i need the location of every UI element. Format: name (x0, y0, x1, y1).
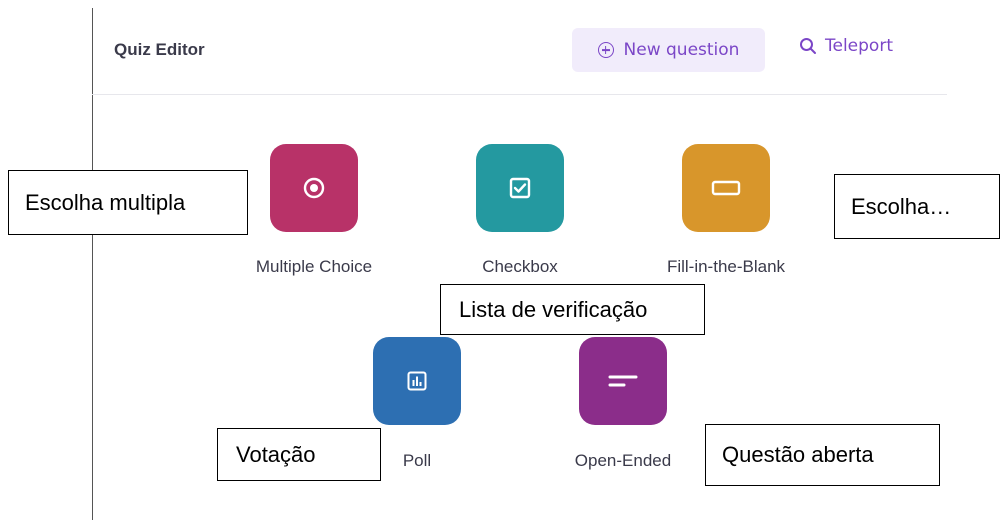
new-question-label: New question (623, 40, 740, 60)
tile-fill-in-the-blank[interactable] (682, 144, 770, 232)
teleport-label: Teleport (825, 36, 893, 56)
callout-fill-blank: Escolha… (834, 174, 1000, 239)
blank-field-icon (711, 180, 741, 196)
tile-open-ended[interactable] (579, 337, 667, 425)
bar-chart-icon (407, 371, 427, 391)
tile-label-open-ended: Open-Ended (574, 451, 672, 470)
search-icon (800, 38, 816, 54)
checkbox-icon (509, 177, 531, 199)
teleport-button[interactable]: Teleport (799, 36, 893, 56)
page-title: Quiz Editor (114, 40, 205, 59)
callout-poll: Votação (217, 428, 381, 481)
tile-label-checkbox: Checkbox (482, 257, 558, 276)
tile-multiple-choice[interactable] (270, 144, 358, 232)
new-question-button[interactable]: New question (572, 28, 765, 72)
tile-label-poll: Poll (402, 451, 432, 470)
callout-open-ended: Questão aberta (705, 424, 940, 486)
tile-checkbox[interactable] (476, 144, 564, 232)
radio-icon (303, 177, 325, 199)
editor-header: Quiz Editor New question Teleport (92, 0, 947, 95)
tile-poll[interactable] (373, 337, 461, 425)
text-lines-icon (608, 375, 638, 387)
tile-label-fill-in-the-blank: Fill-in-the-Blank (666, 257, 786, 276)
callout-checkbox: Lista de verificação (440, 284, 705, 335)
plus-circle-icon (597, 42, 614, 58)
callout-multiple-choice: Escolha multipla (8, 170, 248, 235)
tile-label-multiple-choice: Multiple Choice (255, 257, 373, 276)
